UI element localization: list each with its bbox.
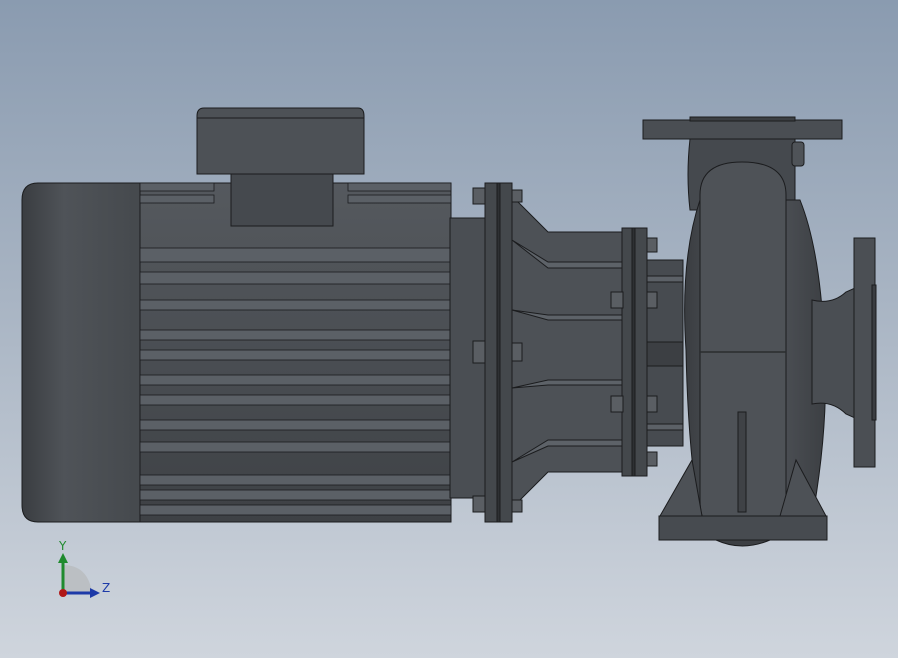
y-axis-label: Y [58, 539, 67, 553]
lantern-body [511, 194, 623, 510]
pump-base [658, 515, 828, 541]
y-axis-arrowhead [58, 553, 68, 563]
motor-end-cap [21, 182, 143, 523]
x-axis-point [59, 589, 67, 597]
z-axis-arrowhead [90, 588, 100, 598]
graphics-viewport[interactable]: Y Z [0, 0, 898, 658]
triad-plane-shading [63, 565, 92, 593]
view-orientation-triad: Y Z [50, 535, 120, 605]
terminal-box-neck [230, 173, 334, 227]
pump-assembly-model[interactable] [0, 0, 898, 658]
lantern-bracket[interactable] [472, 182, 684, 523]
z-axis-label: Z [102, 581, 110, 595]
motor[interactable] [21, 107, 487, 523]
suction-nozzle [811, 287, 856, 419]
discharge-flange [642, 119, 843, 140]
